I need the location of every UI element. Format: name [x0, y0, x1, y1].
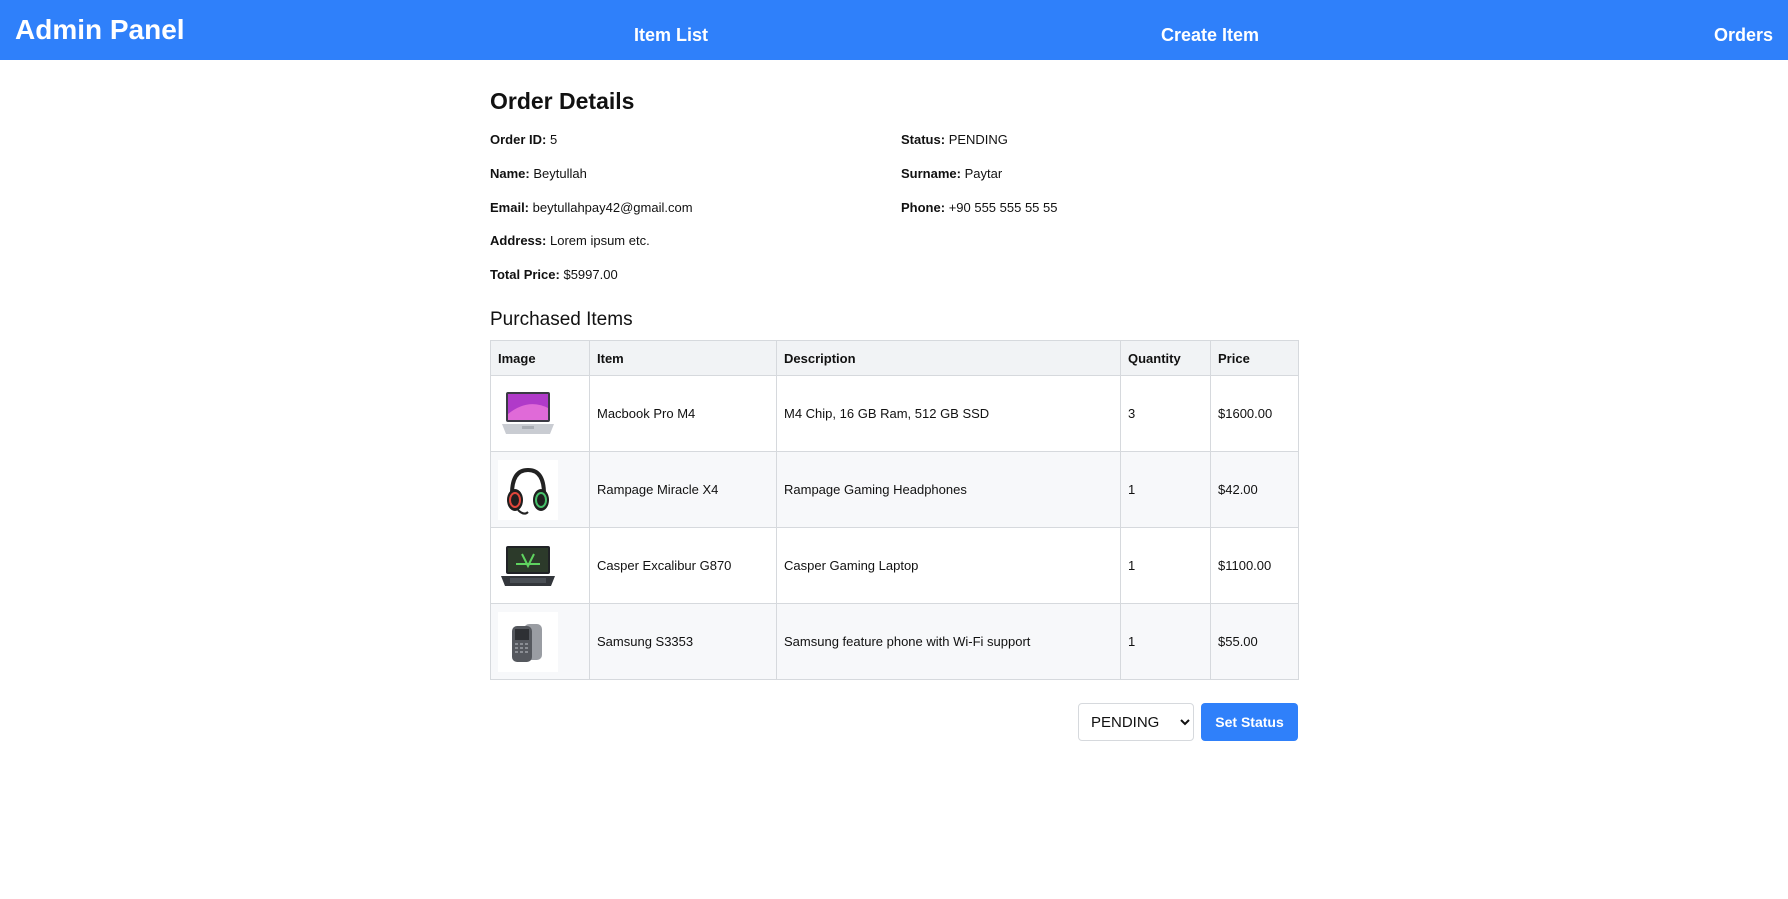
item-quantity: 1: [1120, 451, 1211, 528]
item-quantity: 3: [1120, 375, 1211, 452]
item-description: Samsung feature phone with Wi-Fi support: [776, 603, 1121, 680]
top-navbar: Admin Panel Item List Create Item Orders: [0, 0, 1788, 60]
item-name: Casper Excalibur G870: [589, 527, 777, 604]
column-header-price: Price: [1210, 340, 1299, 376]
total-price-field: Total Price: $5997.00: [490, 267, 618, 282]
item-description: M4 Chip, 16 GB Ram, 512 GB SSD: [776, 375, 1121, 452]
nav-link-orders[interactable]: Orders: [1714, 25, 1773, 46]
name-label: Name:: [490, 166, 530, 181]
item-quantity: 1: [1120, 603, 1211, 680]
order-id-value: 5: [549, 132, 558, 147]
email-label: Email:: [490, 200, 530, 215]
item-quantity: 1: [1120, 527, 1211, 604]
address-field: Address: Lorem ipsum etc.: [490, 233, 650, 248]
column-header-item: Item: [589, 340, 777, 376]
status-label: Status:: [901, 132, 946, 147]
surname-value: Paytar: [964, 166, 1003, 181]
table-row: Samsung S3353 Samsung feature phone with…: [490, 603, 1299, 680]
surname-label: Surname:: [901, 166, 961, 181]
name-field: Name: Beytullah: [490, 166, 587, 181]
purchased-items-table: Image Item Description Quantity Price Ma…: [490, 340, 1299, 680]
address-label: Address:: [490, 233, 547, 248]
status-value: PENDING: [948, 132, 1008, 147]
total-price-value: $5997.00: [563, 267, 618, 282]
item-image-cell: [490, 375, 590, 452]
address-value: Lorem ipsum etc.: [549, 233, 650, 248]
nav-link-item-list[interactable]: Item List: [634, 25, 708, 46]
order-id-field: Order ID: 5: [490, 132, 557, 147]
column-header-quantity: Quantity: [1120, 340, 1211, 376]
table-row: Macbook Pro M4 M4 Chip, 16 GB Ram, 512 G…: [490, 375, 1299, 452]
purchased-items-title: Purchased Items: [490, 309, 633, 330]
item-description: Casper Gaming Laptop: [776, 527, 1121, 604]
item-description: Rampage Gaming Headphones: [776, 451, 1121, 528]
nav-link-create-item[interactable]: Create Item: [1161, 25, 1259, 46]
item-price: $42.00: [1210, 451, 1299, 528]
page-title: Order Details: [490, 88, 635, 114]
email-field: Email: beytullahpay42@gmail.com: [490, 200, 693, 215]
table-row: Casper Excalibur G870 Casper Gaming Lapt…: [490, 527, 1299, 604]
item-name: Samsung S3353: [589, 603, 777, 680]
phone-value: +90 555 555 55 55: [948, 200, 1058, 215]
total-price-label: Total Price:: [490, 267, 560, 282]
brand-title[interactable]: Admin Panel: [15, 14, 185, 46]
item-image-cell: [490, 603, 590, 680]
item-image-cell: [490, 451, 590, 528]
phone-field: Phone: +90 555 555 55 55: [901, 200, 1058, 215]
phone-icon: [498, 611, 558, 672]
set-status-button[interactable]: Set Status: [1201, 703, 1298, 741]
order-id-label: Order ID:: [490, 132, 547, 147]
item-name: Macbook Pro M4: [589, 375, 777, 452]
table-row: Rampage Miracle X4 Rampage Gaming Headph…: [490, 451, 1299, 528]
table-header-row: Image Item Description Quantity Price: [490, 340, 1299, 376]
phone-label: Phone:: [901, 200, 946, 215]
gaming-laptop-icon: [501, 545, 555, 586]
column-header-image: Image: [490, 340, 590, 376]
laptop-icon: [502, 391, 554, 434]
name-value: Beytullah: [533, 166, 587, 181]
item-price: $1100.00: [1210, 527, 1299, 604]
headphones-icon: [498, 459, 558, 520]
surname-field: Surname: Paytar: [901, 166, 1002, 181]
item-name: Rampage Miracle X4: [589, 451, 777, 528]
column-header-description: Description: [776, 340, 1121, 376]
status-select[interactable]: PENDING: [1078, 703, 1194, 741]
item-image-cell: [490, 527, 590, 604]
email-value: beytullahpay42@gmail.com: [532, 200, 693, 215]
item-price: $55.00: [1210, 603, 1299, 680]
item-price: $1600.00: [1210, 375, 1299, 452]
status-field: Status: PENDING: [901, 132, 1008, 147]
